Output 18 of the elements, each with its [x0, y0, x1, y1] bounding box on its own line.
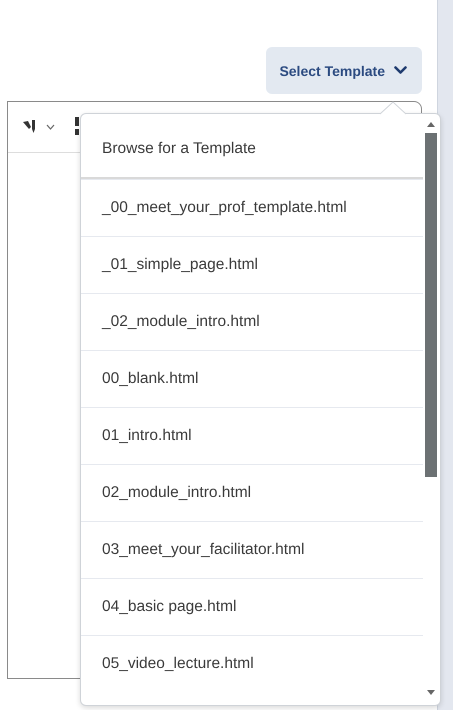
template-item[interactable]: _02_module_intro.html	[81, 293, 423, 350]
template-item[interactable]: 03_meet_your_facilitator.html	[81, 521, 423, 578]
template-item[interactable]: _01_simple_page.html	[81, 236, 423, 293]
browse-template-item[interactable]: Browse for a Template	[81, 121, 423, 179]
scrollbar-thumb[interactable]	[425, 133, 437, 477]
template-item[interactable]: _00_meet_your_prof_template.html	[81, 179, 423, 236]
caret-icon[interactable]	[46, 124, 55, 130]
scrollbar[interactable]	[425, 122, 437, 695]
template-item[interactable]: 02_module_intro.html	[81, 464, 423, 521]
template-item[interactable]: 05_video_lecture.html	[81, 635, 423, 692]
toolbar-icon[interactable]	[75, 117, 80, 137]
scroll-up-icon[interactable]	[427, 122, 435, 127]
template-item[interactable]: 00_blank.html	[81, 350, 423, 407]
select-template-button[interactable]: Select Template	[266, 47, 422, 94]
template-item[interactable]: 04_basic page.html	[81, 578, 423, 635]
scroll-down-icon[interactable]	[427, 690, 435, 695]
chevron-down-icon	[394, 66, 407, 75]
template-item[interactable]: 01_intro.html	[81, 407, 423, 464]
